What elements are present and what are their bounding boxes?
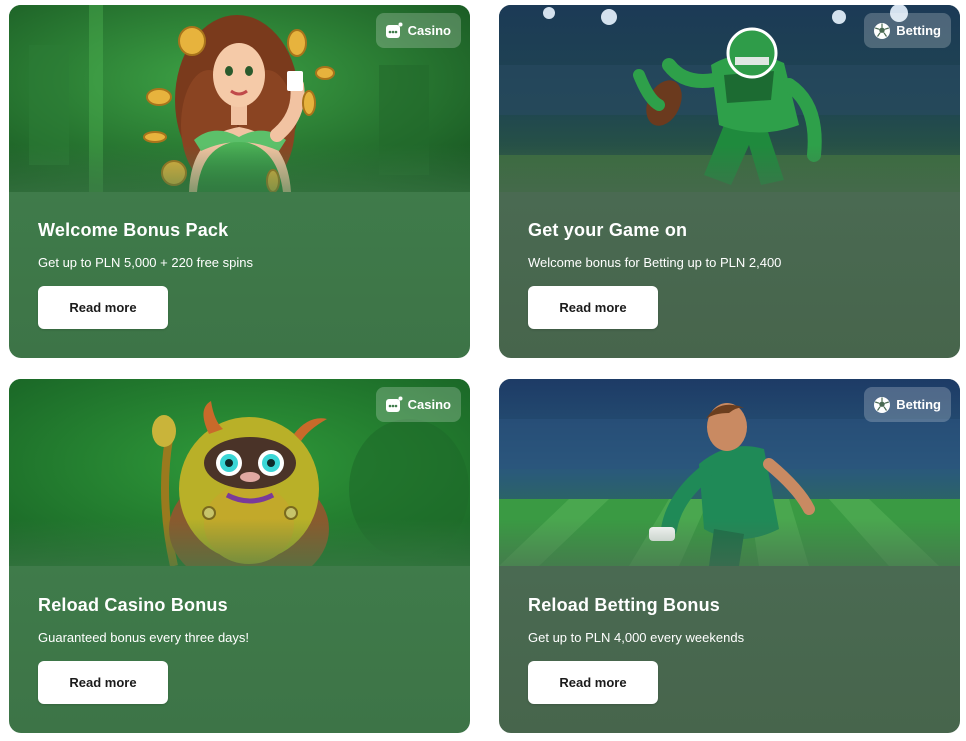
promo-title: Welcome Bonus Pack: [38, 220, 229, 240]
category-tag-label: Betting: [896, 23, 941, 38]
hero-fade-overlay: [499, 519, 960, 566]
promo-card-get-your-game-on[interactable]: Betting Get your Game on Welcome bonus f…: [499, 5, 960, 358]
category-tag: Betting: [864, 13, 951, 48]
hero-fade-overlay: [499, 145, 960, 192]
promo-subtitle: Guaranteed bonus every three days!: [38, 630, 250, 645]
read-more-button[interactable]: Read more: [528, 286, 658, 329]
category-tag: Betting: [864, 387, 951, 422]
promo-card-panel: [9, 192, 470, 358]
promo-card-welcome-bonus[interactable]: Casino Welcome Bonus Pack Get up to PLN …: [9, 5, 470, 358]
promo-card-panel: [499, 566, 960, 733]
read-more-button[interactable]: Read more: [38, 286, 168, 329]
promo-title: Reload Betting Bonus: [528, 595, 720, 615]
category-tag-label: Casino: [407, 23, 451, 38]
soccer-ball-icon: [874, 396, 891, 413]
category-tag: Casino: [375, 387, 461, 422]
promo-subtitle: Get up to PLN 4,000 every weekends: [528, 630, 745, 645]
hero-fade-overlay: [9, 519, 470, 566]
category-tag-label: Betting: [896, 397, 941, 412]
promo-title: Get your Game on: [528, 220, 688, 240]
promo-title: Reload Casino Bonus: [38, 595, 228, 615]
promo-card-panel: [499, 192, 960, 358]
soccer-ball-icon: [874, 22, 891, 39]
promo-card-reload-casino-bonus[interactable]: Casino Reload Casino Bonus Guaranteed bo…: [9, 379, 470, 733]
promotions-grid: Casino Welcome Bonus Pack Get up to PLN …: [9, 5, 960, 733]
promo-subtitle: Get up to PLN 5,000 + 220 free spins: [38, 255, 254, 270]
promo-subtitle: Welcome bonus for Betting up to PLN 2,40…: [528, 255, 782, 270]
promo-card-panel: [9, 566, 470, 733]
read-more-button[interactable]: Read more: [528, 661, 658, 704]
casino-chip-icon: [385, 396, 403, 412]
category-tag-label: Casino: [407, 397, 451, 412]
read-more-button[interactable]: Read more: [38, 661, 168, 704]
category-tag: Casino: [375, 13, 461, 48]
promo-card-reload-betting-bonus[interactable]: Betting Reload Betting Bonus Get up to P…: [499, 379, 960, 733]
hero-fade-overlay: [9, 145, 470, 192]
casino-chip-icon: [385, 22, 403, 38]
